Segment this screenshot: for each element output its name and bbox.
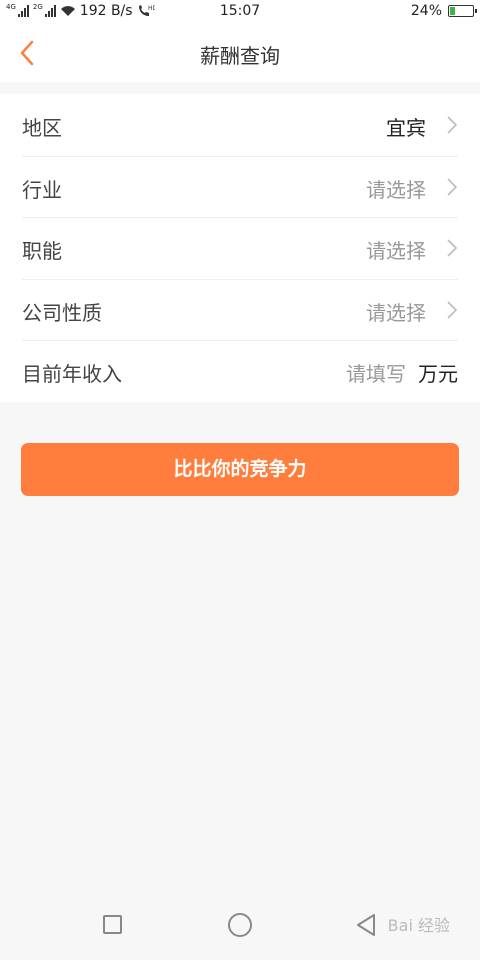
- chevron-right-icon: [447, 300, 458, 319]
- watermark: Bai 经验: [387, 916, 450, 935]
- income-input[interactable]: 请填写: [346, 358, 406, 387]
- status-bar: 4G 2G 192 B/s HD 15:07 24% ⚡: [0, 0, 480, 24]
- compare-competitiveness-button[interactable]: 比比你的竞争力: [21, 443, 459, 496]
- back-triangle-icon[interactable]: [355, 913, 377, 937]
- salary-query-form: 地区 宜宾 行业 请选择 职能 请选择 公司性质 请选择 目前年收入 请填写 万…: [0, 94, 480, 402]
- clock: 15:07: [219, 3, 261, 19]
- region-value: 宜宾: [386, 116, 426, 140]
- company-type-label: 公司性质: [22, 300, 102, 325]
- function-value: 请选择: [366, 239, 426, 263]
- function-row[interactable]: 职能 请选择: [0, 217, 480, 279]
- chevron-right-icon: [447, 239, 458, 257]
- income-label: 目前年收入: [22, 362, 122, 386]
- recent-apps-icon[interactable]: [103, 915, 122, 934]
- region-row[interactable]: 地区 宜宾: [0, 94, 480, 156]
- system-nav-bar: Bai 经验: [0, 898, 480, 960]
- battery-icon: ⚡: [448, 5, 477, 17]
- chevron-right-icon: [447, 177, 458, 196]
- industry-row[interactable]: 行业 请选择: [0, 155, 480, 218]
- battery-fill: [450, 7, 455, 15]
- industry-label: 行业: [22, 177, 62, 202]
- company-type-row[interactable]: 公司性质 请选择: [0, 278, 480, 341]
- page-title: 薪酬查询: [200, 44, 280, 68]
- income-unit: 万元: [418, 362, 458, 386]
- region-label: 地区: [22, 116, 62, 140]
- home-icon[interactable]: [228, 913, 252, 937]
- function-label: 职能: [22, 239, 62, 263]
- battery-percent: 24%: [410, 3, 442, 19]
- company-type-value: 请选择: [366, 300, 426, 325]
- income-row: 目前年收入 请填写 万元: [0, 340, 480, 402]
- status-right: 24% ⚡: [410, 3, 477, 19]
- chevron-right-icon: [447, 116, 458, 134]
- charging-icon: ⚡: [457, 5, 465, 16]
- industry-value: 请选择: [366, 177, 426, 202]
- nav-bar: 薪酬查询: [0, 24, 480, 82]
